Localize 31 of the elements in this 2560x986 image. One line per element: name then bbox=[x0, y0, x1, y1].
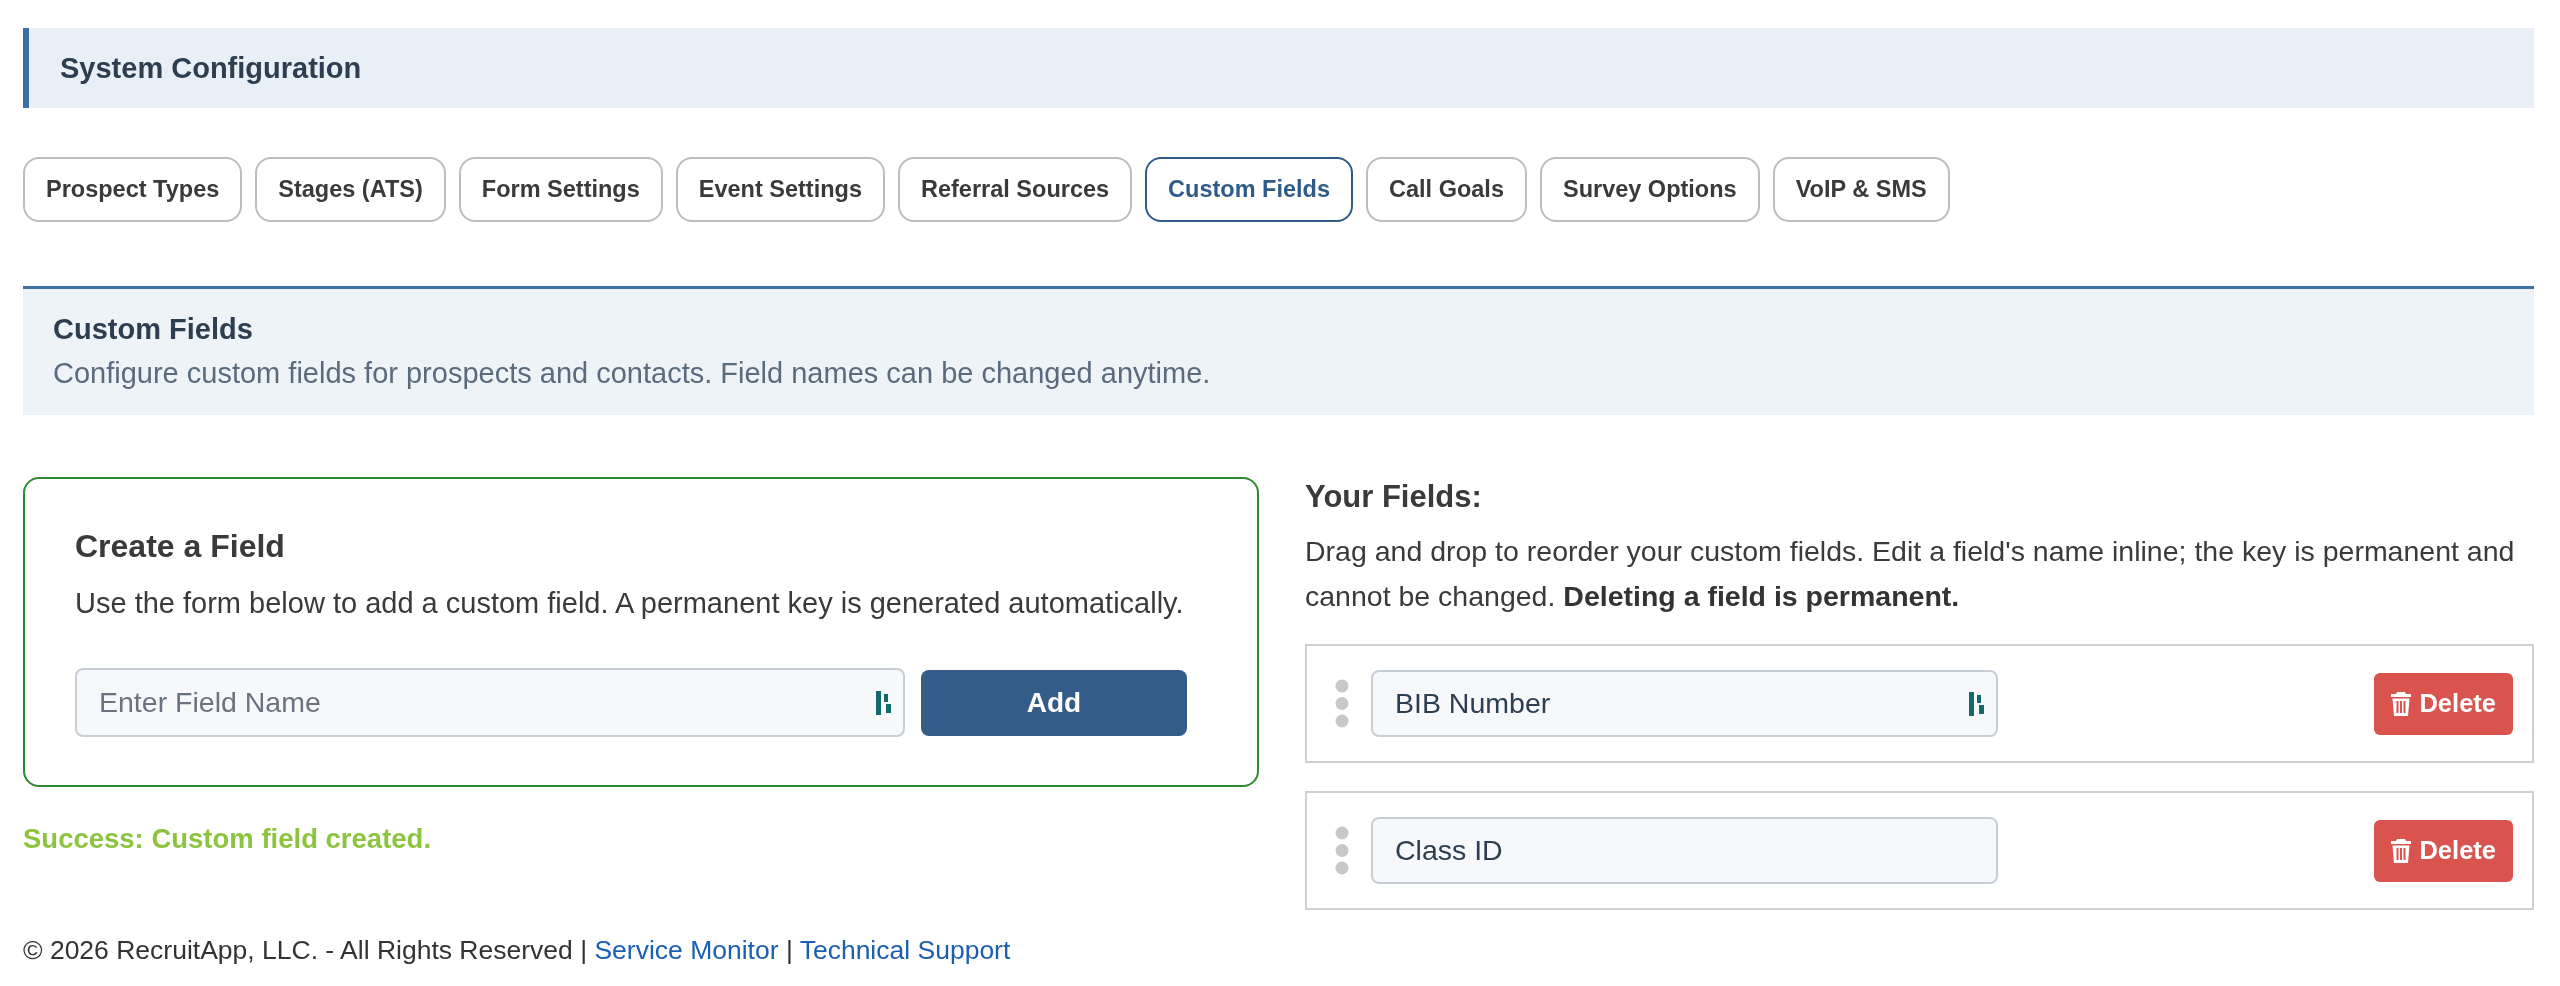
footer-link[interactable]: Service Monitor bbox=[594, 935, 779, 965]
footer-link[interactable]: Technical Support bbox=[799, 935, 1011, 965]
drag-handle-icon[interactable] bbox=[1335, 826, 1349, 875]
tab[interactable]: Form Settings bbox=[458, 157, 663, 222]
section-description: Configure custom fields for prospects and contacts. Field names can be changed anytime. bbox=[53, 356, 1212, 391]
section-title: Custom Fields bbox=[53, 312, 254, 347]
card-title: Create a Field bbox=[75, 527, 286, 565]
tab[interactable]: Referral Sources bbox=[898, 157, 1133, 222]
tab[interactable]: VoIP & SMS bbox=[1772, 157, 1950, 222]
trash-icon bbox=[2391, 838, 2412, 863]
copyright-text: © 2026 RecruitApp, LLC. - All Rights Reserved | bbox=[23, 935, 588, 965]
status-message: Success: Custom field created. bbox=[23, 822, 433, 856]
tab[interactable]: Survey Options bbox=[1539, 157, 1760, 222]
tab[interactable]: Call Goals bbox=[1366, 157, 1527, 222]
delete-button[interactable]: Delete bbox=[2374, 672, 2513, 735]
add-button[interactable]: Add bbox=[921, 669, 1187, 736]
tab[interactable]: Stages (ATS) bbox=[255, 157, 446, 222]
tab[interactable]: Event Settings bbox=[675, 157, 885, 222]
trash-icon bbox=[2391, 691, 2412, 716]
page-title: System Configuration bbox=[60, 51, 362, 85]
separator-text: | bbox=[785, 935, 793, 965]
field-name-input[interactable]: Enter Field Name bbox=[75, 668, 905, 737]
panel-title: Your Fields: bbox=[1305, 478, 1483, 516]
panel-description: Drag and drop to reorder your custom fields. Edit a field's name inline; the key is permanent and cannot be changed. Deleting a field is permanent. bbox=[1305, 534, 2516, 614]
card-description: Use the form below to add a custom field. A permanent key is generated automatically. bbox=[75, 586, 1185, 621]
tab[interactable]: Prospect Types bbox=[23, 157, 243, 222]
tab[interactable]: Custom Fields bbox=[1145, 157, 1353, 222]
delete-button[interactable]: Delete bbox=[2374, 819, 2513, 882]
field-name-input[interactable]: BIB Number bbox=[1371, 670, 1998, 737]
drag-handle-icon[interactable] bbox=[1335, 679, 1349, 728]
field-name-input[interactable]: Class ID bbox=[1371, 817, 1998, 884]
